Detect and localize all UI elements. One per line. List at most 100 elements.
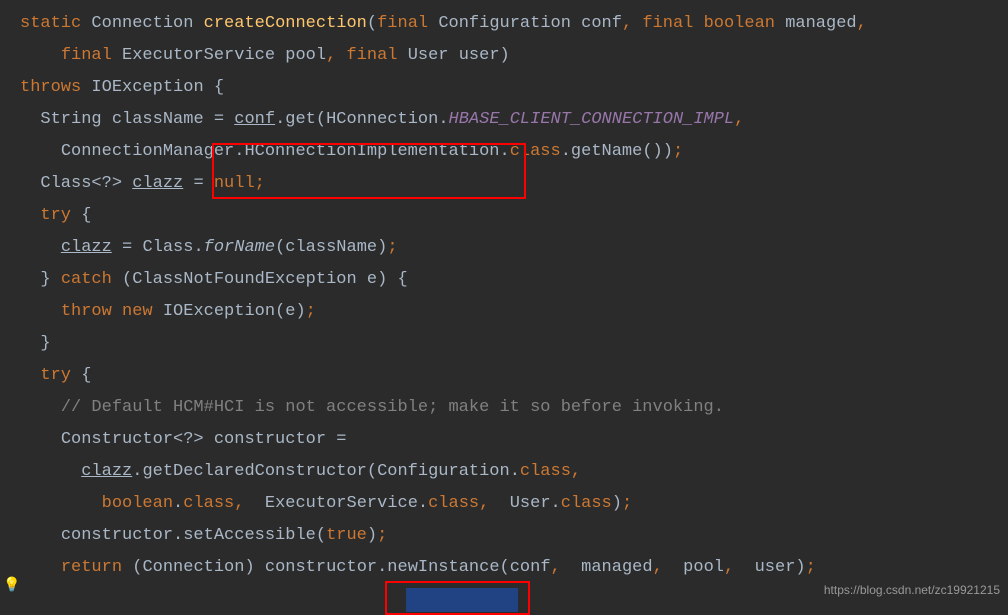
dot: . — [193, 238, 203, 257]
keyword-class: class — [520, 462, 571, 481]
paren: ) — [795, 558, 805, 577]
method-getname: getName — [571, 142, 642, 161]
comma: , — [551, 558, 561, 577]
paren: ( — [275, 238, 285, 257]
paren: ) — [295, 302, 305, 321]
param-user: user — [459, 46, 500, 65]
paren: ( — [367, 14, 377, 33]
code-line-8: clazz = Class.forName(className); — [0, 232, 1008, 264]
paren: ( — [275, 302, 285, 321]
paren: ) — [500, 46, 510, 65]
dot: . — [377, 558, 387, 577]
comma: , — [857, 14, 867, 33]
semi: ; — [622, 494, 632, 513]
type-user: User — [408, 46, 449, 65]
class-hconnimpl: HConnectionImplementation — [244, 142, 499, 161]
code-editor[interactable]: static Connection createConnection(final… — [0, 8, 1008, 584]
arg-e: e — [285, 302, 295, 321]
comma: , — [571, 462, 581, 481]
code-line-16: boolean.class, ExecutorService.class, Us… — [0, 488, 1008, 520]
comma: , — [234, 494, 244, 513]
type-class: Class<?> — [40, 174, 122, 193]
method-setaccessible: setAccessible — [183, 526, 316, 545]
paren: ) — [612, 494, 622, 513]
paren: ) — [367, 526, 377, 545]
code-line-2: final ExecutorService pool, final User u… — [0, 40, 1008, 72]
keyword-class: class — [561, 494, 612, 513]
dot: . — [551, 494, 561, 513]
keyword-static: static — [20, 14, 81, 33]
dot: . — [275, 110, 285, 129]
dot: . — [438, 110, 448, 129]
intention-bulb-icon[interactable]: 💡 — [3, 570, 20, 602]
code-line-14: Constructor<?> constructor = — [0, 424, 1008, 456]
class-class: Class — [142, 238, 193, 257]
eq: = — [122, 238, 132, 257]
paren: ) — [377, 238, 387, 257]
code-line-15: clazz.getDeclaredConstructor(Configurati… — [0, 456, 1008, 488]
brace: { — [397, 270, 407, 289]
dot: . — [418, 494, 428, 513]
var-constructor: constructor — [265, 558, 377, 577]
type-ioexception: IOException — [163, 302, 275, 321]
method-get: get — [285, 110, 316, 129]
watermark-text: https://blog.csdn.net/zc19921215 — [824, 574, 1000, 606]
keyword-new: new — [122, 302, 153, 321]
parens: ()) — [642, 142, 673, 161]
code-line-13: // Default HCM#HCI is not accessible; ma… — [0, 392, 1008, 424]
paren: ( — [122, 270, 132, 289]
dot: . — [173, 526, 183, 545]
comma: , — [734, 110, 744, 129]
type-boolean: boolean — [102, 494, 173, 513]
var-classname: className — [112, 110, 204, 129]
var-constructor: constructor — [61, 526, 173, 545]
code-line-11: } — [0, 328, 1008, 360]
dot: . — [510, 462, 520, 481]
semi: ; — [806, 558, 816, 577]
keyword-null: null — [214, 174, 255, 193]
semi: ; — [306, 302, 316, 321]
cast-connection: Connection — [142, 558, 244, 577]
constant-name: HBASE_CLIENT_CONNECTION_IMPL — [449, 110, 735, 129]
keyword-final: final — [642, 14, 693, 33]
type-ioexception: IOException — [91, 78, 203, 97]
type-executor: ExecutorService — [122, 46, 275, 65]
method-forname: forName — [204, 238, 275, 257]
paren: ) — [244, 558, 254, 577]
param-conf: conf — [581, 14, 622, 33]
dot: . — [234, 142, 244, 161]
code-line-17: constructor.setAccessible(true); — [0, 520, 1008, 552]
comma: , — [622, 14, 632, 33]
keyword-class: class — [183, 494, 234, 513]
keyword-try: try — [40, 206, 71, 225]
type-boolean: boolean — [704, 14, 775, 33]
arg-classname: className — [285, 238, 377, 257]
code-line-6: Class<?> clazz = null; — [0, 168, 1008, 200]
type-config: Configuration — [438, 14, 571, 33]
arg-user: user — [755, 558, 796, 577]
var-clazz: clazz — [81, 462, 132, 481]
code-line-1: static Connection createConnection(final… — [0, 8, 1008, 40]
keyword-final: final — [377, 14, 428, 33]
class-hconnection: HConnection — [326, 110, 438, 129]
type-executor: ExecutorService — [265, 494, 418, 513]
code-line-3: throws IOException { — [0, 72, 1008, 104]
param-pool: pool — [285, 46, 326, 65]
keyword-class: class — [510, 142, 561, 161]
type-cnfe: ClassNotFoundException — [132, 270, 356, 289]
brace: { — [81, 366, 91, 385]
paren: ( — [367, 462, 377, 481]
keyword-final: final — [346, 46, 397, 65]
paren: ( — [316, 526, 326, 545]
brace: } — [40, 334, 50, 353]
var-conf: conf — [234, 110, 275, 129]
paren: ( — [500, 558, 510, 577]
arg-true: true — [326, 526, 367, 545]
code-line-12: try { — [0, 360, 1008, 392]
var-clazz: clazz — [132, 174, 183, 193]
semi: ; — [387, 238, 397, 257]
semi: ; — [255, 174, 265, 193]
eq: = — [193, 174, 203, 193]
type-connection: Connection — [91, 14, 193, 33]
brace: { — [81, 206, 91, 225]
